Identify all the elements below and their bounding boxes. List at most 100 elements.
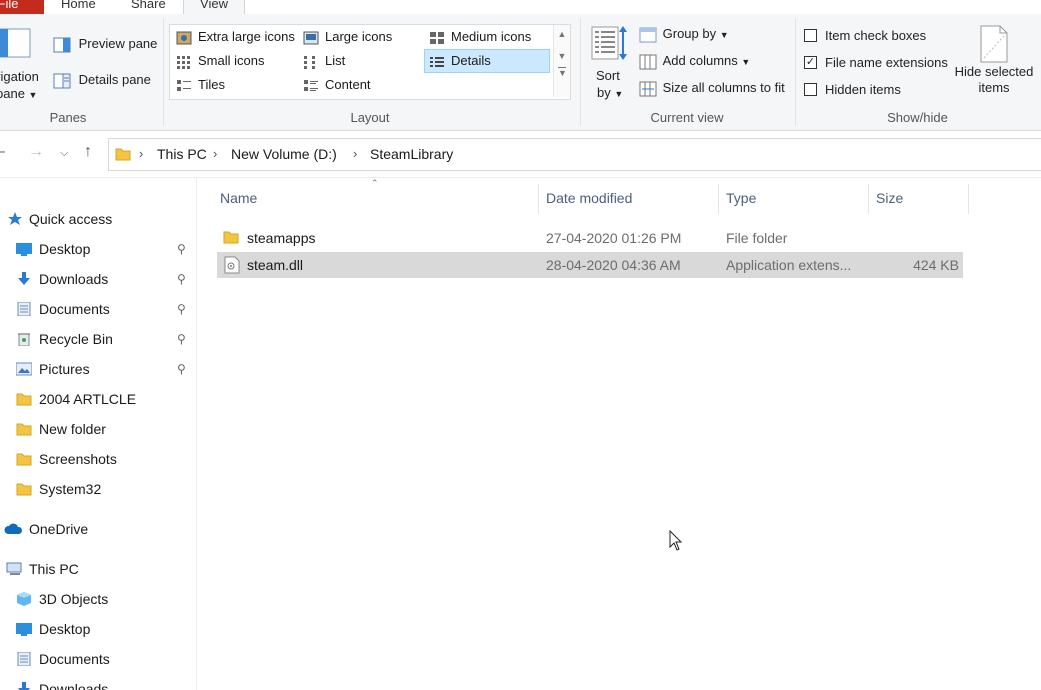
nav-pc-desktop[interactable]: Desktop xyxy=(0,614,196,644)
nav-quick-access-label: Quick access xyxy=(29,211,113,227)
preview-pane-button[interactable]: Preview pane xyxy=(53,36,157,53)
nav-quick-access[interactable]: Quick access xyxy=(0,204,196,234)
nav-recycle-bin[interactable]: Recycle Bin ⚲ xyxy=(0,324,196,354)
layout-details[interactable]: Details xyxy=(424,49,550,73)
layout-large-icons[interactable]: Large icons xyxy=(299,26,392,48)
tab-file-label: File xyxy=(0,0,19,11)
file-row-steam-dll[interactable]: steam.dll 28-04-2020 04:36 AM Applicatio… xyxy=(217,252,963,278)
pin-icon[interactable]: ⚲ xyxy=(177,354,186,384)
details-pane-icon xyxy=(53,73,71,89)
breadcrumb-separator[interactable]: › xyxy=(139,146,143,161)
file-row-steamapps[interactable]: steamapps 27-04-2020 01:26 PM File folde… xyxy=(217,225,963,251)
nav-folder-screenshots[interactable]: Screenshots xyxy=(0,444,196,474)
nav-folder-system32[interactable]: System32 xyxy=(0,474,196,504)
gallery-scroll-up-icon[interactable]: ▲ xyxy=(554,29,570,39)
nav-pictures-label: Pictures xyxy=(39,361,90,377)
mouse-cursor-icon xyxy=(669,530,683,551)
layout-details-label: Details xyxy=(451,53,491,68)
ribbon-separator xyxy=(795,18,796,126)
add-columns-button[interactable]: Add columns ▼ xyxy=(639,53,750,70)
breadcrumb-this-pc[interactable]: This PC xyxy=(157,146,207,162)
hide-selected-items-button[interactable]: Hide selected items xyxy=(952,24,1036,95)
hidden-items-option[interactable]: Hidden items xyxy=(804,82,901,97)
item-check-boxes-option[interactable]: Item check boxes xyxy=(804,28,926,43)
nav-pc-documents[interactable]: Documents xyxy=(0,644,196,674)
preview-pane-icon xyxy=(53,37,71,53)
size-all-columns-button[interactable]: Size all columns to fit xyxy=(639,80,785,97)
nav-documents[interactable]: Documents ⚲ xyxy=(0,294,196,324)
navigation-bar: – → ⌵ ↑ › This PC › New Volume (D:) › St… xyxy=(0,131,1041,178)
navigation-pane-button[interactable] xyxy=(0,28,40,68)
column-header-type[interactable]: Type xyxy=(726,190,756,206)
dll-file-icon xyxy=(224,256,240,274)
nav-pc-downloads[interactable]: Downloads xyxy=(0,674,196,690)
column-header-name[interactable]: Name xyxy=(220,190,257,206)
breadcrumb-separator[interactable]: › xyxy=(353,146,357,161)
tab-view[interactable]: View xyxy=(183,0,245,14)
layout-medium-icons[interactable]: Medium icons xyxy=(425,26,531,48)
up-button[interactable]: ↑ xyxy=(84,143,92,161)
sort-by-icon xyxy=(591,26,627,60)
group-by-button[interactable]: Group by ▼ xyxy=(639,26,729,43)
layout-extra-large-icons[interactable]: Extra large icons xyxy=(172,26,295,48)
list-icon xyxy=(304,55,315,69)
file-name-extensions-checkbox[interactable]: ✓ xyxy=(804,56,817,70)
pin-icon[interactable]: ⚲ xyxy=(177,234,186,264)
details-icon xyxy=(430,56,444,67)
breadcrumb-new-volume[interactable]: New Volume (D:) xyxy=(231,146,337,162)
file-name-extensions-option[interactable]: ✓ File name extensions xyxy=(804,55,948,70)
column-divider[interactable] xyxy=(968,184,969,214)
folder-icon xyxy=(16,393,32,406)
gallery-scroll-down-icon[interactable]: ▼ xyxy=(554,51,570,61)
sort-by-label-2: by ▼ xyxy=(597,85,624,100)
folder-icon xyxy=(223,231,239,244)
nav-pictures[interactable]: Pictures ⚲ xyxy=(0,354,196,384)
details-pane-label: Details pane xyxy=(78,72,151,87)
pin-icon[interactable]: ⚲ xyxy=(177,264,186,294)
folder-icon xyxy=(16,423,32,436)
item-check-boxes-checkbox[interactable] xyxy=(804,29,817,43)
column-header-size[interactable]: Size xyxy=(876,190,903,206)
column-header-date-modified[interactable]: Date modified xyxy=(546,190,632,206)
column-divider[interactable] xyxy=(538,184,539,214)
layout-list[interactable]: List xyxy=(299,50,345,72)
medium-icons-icon xyxy=(430,31,444,44)
nav-recycle-bin-label: Recycle Bin xyxy=(39,331,113,347)
gallery-scrollbar[interactable]: ▲ ▼ ▼ xyxy=(553,25,570,97)
recent-locations-button[interactable]: ⌵ xyxy=(60,147,68,160)
pictures-icon xyxy=(16,362,32,376)
sort-by-button[interactable] xyxy=(590,24,630,65)
breadcrumb-steamlibrary[interactable]: SteamLibrary xyxy=(370,146,453,162)
layout-content[interactable]: Content xyxy=(299,74,371,96)
group-by-icon xyxy=(639,27,657,43)
back-button[interactable]: – xyxy=(0,143,5,161)
file-size: 424 KB xyxy=(913,257,959,273)
star-icon xyxy=(8,212,22,225)
nav-onedrive-label: OneDrive xyxy=(29,521,89,537)
documents-icon xyxy=(17,652,31,666)
column-divider[interactable] xyxy=(868,184,869,214)
nav-folder-new-folder[interactable]: New folder xyxy=(0,414,196,444)
nav-desktop[interactable]: Desktop ⚲ xyxy=(0,234,196,264)
nav-this-pc[interactable]: This PC xyxy=(0,554,196,584)
gallery-expand-icon[interactable]: ▼ xyxy=(558,67,567,78)
nav-3d-objects[interactable]: 3D Objects xyxy=(0,584,196,614)
nav-onedrive[interactable]: OneDrive xyxy=(0,514,196,544)
breadcrumb-separator[interactable]: › xyxy=(213,146,217,161)
nav-downloads[interactable]: Downloads ⚲ xyxy=(0,264,196,294)
folder-icon xyxy=(16,483,32,496)
hidden-items-checkbox[interactable] xyxy=(804,83,817,97)
pin-icon[interactable]: ⚲ xyxy=(177,324,186,354)
layout-tiles[interactable]: Tiles xyxy=(172,74,225,96)
tab-share[interactable]: Share xyxy=(131,0,166,14)
nav-folder-label: System32 xyxy=(39,481,102,497)
column-divider[interactable] xyxy=(718,184,719,214)
details-pane-button[interactable]: Details pane xyxy=(53,72,151,89)
layout-small-icons[interactable]: Small icons xyxy=(172,50,264,72)
address-bar[interactable]: › This PC › New Volume (D:) › SteamLibra… xyxy=(108,138,1041,171)
tab-file[interactable]: File xyxy=(0,0,44,14)
tab-home[interactable]: Home xyxy=(61,0,96,14)
pin-icon[interactable]: ⚲ xyxy=(177,294,186,324)
nav-folder-2004-artlcle[interactable]: 2004 ARTLCLE xyxy=(0,384,196,414)
forward-button[interactable]: → xyxy=(28,143,44,161)
